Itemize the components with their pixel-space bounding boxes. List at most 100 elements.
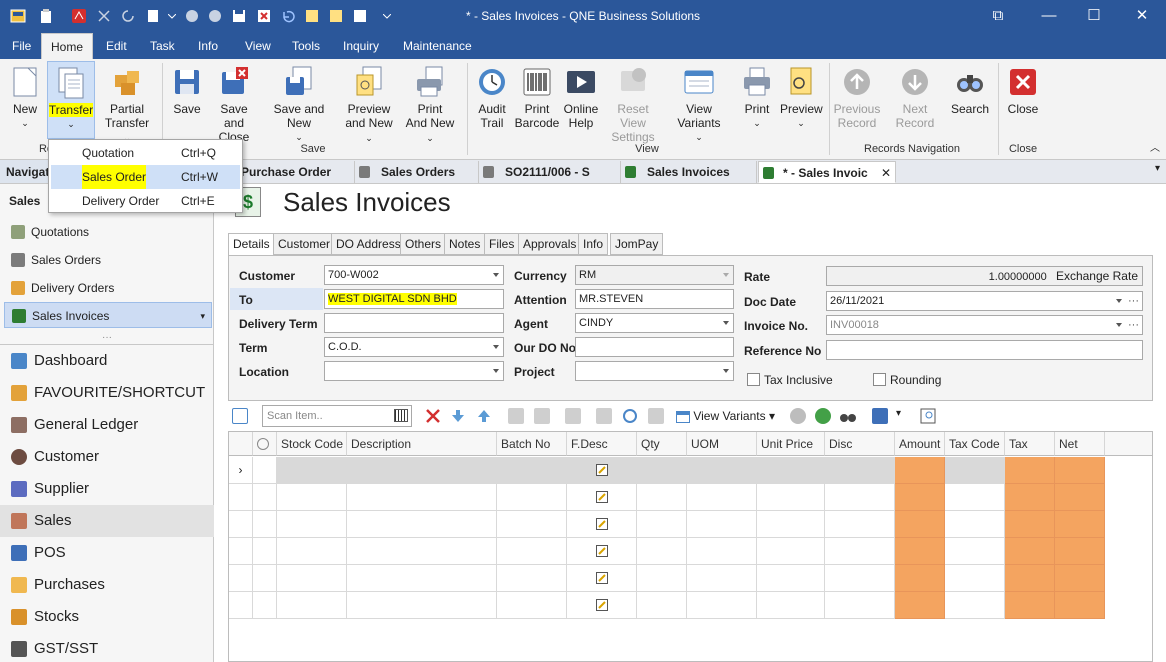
nav-item-sales-orders[interactable]: Sales Orders [4, 247, 212, 273]
grid-cell[interactable] [945, 538, 1005, 565]
print-button[interactable]: Print ⌄ [738, 61, 776, 130]
grid-cell[interactable] [1005, 457, 1055, 484]
column-net[interactable]: Net [1055, 432, 1105, 456]
grid-cell[interactable] [1005, 511, 1055, 538]
view-variants-button[interactable]: View Variants ⌄ [665, 61, 733, 144]
column-uom[interactable]: UOM [687, 432, 757, 456]
grid-cell[interactable] [1055, 565, 1105, 592]
save-layout-icon[interactable] [872, 408, 888, 424]
grid-cell[interactable] [497, 565, 567, 592]
export-icon[interactable] [648, 408, 664, 424]
column-tax-code[interactable]: Tax Code [945, 432, 1005, 456]
grid-cell[interactable] [637, 592, 687, 619]
move-up-icon[interactable] [476, 408, 492, 424]
copy-icon[interactable] [508, 408, 524, 424]
grid-cell[interactable] [687, 457, 757, 484]
attention-field[interactable]: MR.STEVEN [575, 289, 734, 309]
grid-cell[interactable] [825, 511, 895, 538]
grid-cell[interactable] [1005, 538, 1055, 565]
tab-approvals[interactable]: Approvals [518, 233, 582, 255]
view-variants-dropdown[interactable]: View Variants ▾ [676, 406, 775, 426]
column-unit-price[interactable]: Unit Price [757, 432, 825, 456]
scan-item-input[interactable]: Scan Item.. [262, 405, 412, 427]
edit-description-icon[interactable] [596, 599, 608, 614]
grid-cell[interactable] [825, 457, 895, 484]
currency-field[interactable]: RM [575, 265, 734, 285]
grid-cell[interactable] [1055, 457, 1105, 484]
barcode-icon[interactable] [394, 409, 408, 422]
menu-file[interactable]: File [6, 33, 37, 59]
grid-cell[interactable] [637, 511, 687, 538]
tab-do-address[interactable]: DO Address [331, 233, 406, 255]
grid-cell[interactable] [1005, 484, 1055, 511]
grid-cell[interactable] [347, 511, 497, 538]
grid-cell[interactable] [1005, 592, 1055, 619]
menu-item-sales-order[interactable]: Sales Order Ctrl+W [51, 165, 240, 189]
grid-cell[interactable] [347, 592, 497, 619]
column-qty[interactable]: Qty [637, 432, 687, 456]
grid-cell[interactable] [757, 457, 825, 484]
doc-date-field[interactable]: 26/11/2021 ··· [826, 291, 1143, 311]
menu-home[interactable]: Home [41, 33, 93, 59]
customer-field[interactable]: 700-W002 [324, 265, 504, 285]
select-all-radio[interactable] [257, 438, 269, 450]
preview-button[interactable]: Preview ⌄ [780, 61, 823, 130]
menu-info[interactable]: Info [192, 33, 224, 59]
splitter-handle[interactable]: ··· [0, 332, 214, 344]
edit-description-icon[interactable] [596, 491, 608, 506]
grid-cell[interactable] [687, 484, 757, 511]
tax-inclusive-checkbox[interactable] [747, 373, 760, 386]
grid-cell[interactable] [945, 592, 1005, 619]
search-button[interactable]: Search [950, 61, 990, 116]
to-field[interactable]: WEST DIGITAL SDN BHD [324, 289, 504, 309]
new-button[interactable]: New ⌄ [6, 61, 44, 130]
ellipsis-icon[interactable]: ··· [1128, 292, 1139, 310]
grid-cell[interactable] [757, 484, 825, 511]
menu-tools[interactable]: Tools [286, 33, 326, 59]
column-stock-code[interactable]: Stock Code [277, 432, 347, 456]
grid-cell[interactable] [687, 592, 757, 619]
chevron-down-icon[interactable]: ▾ [896, 408, 901, 419]
close-tab-icon[interactable]: ✕ [881, 162, 891, 184]
tab-jompay[interactable]: JomPay [610, 233, 664, 255]
grid-cell[interactable] [1055, 592, 1105, 619]
import-icon[interactable] [596, 408, 612, 424]
print-barcode-button[interactable]: Print Barcode [514, 61, 560, 130]
nav-item-sales-invoices[interactable]: Sales Invoices ▾ [4, 302, 212, 328]
module-customer[interactable]: Customer [0, 441, 214, 473]
grid-cell[interactable] [347, 565, 497, 592]
project-field[interactable] [575, 361, 734, 381]
grid-cell[interactable] [687, 565, 757, 592]
grid-cell[interactable] [895, 511, 945, 538]
column-description[interactable]: Description [347, 432, 497, 456]
grid-cell[interactable] [497, 511, 567, 538]
tab-sales-invoices[interactable]: Sales Invoices [621, 161, 757, 183]
grid-cell[interactable] [895, 592, 945, 619]
close-button[interactable]: Close [1004, 61, 1042, 116]
tab-notes[interactable]: Notes [444, 233, 486, 255]
grid-cell[interactable] [277, 565, 347, 592]
module-gst-sst[interactable]: GST/SST [0, 633, 214, 662]
ellipsis-icon[interactable]: ··· [1128, 316, 1139, 334]
grid-cell[interactable] [945, 565, 1005, 592]
grid-cell[interactable] [347, 538, 497, 565]
grid-cell[interactable] [945, 457, 1005, 484]
column-batch-no[interactable]: Batch No [497, 432, 567, 456]
grid-cell[interactable] [347, 457, 497, 484]
module-general-ledger[interactable]: General Ledger [0, 409, 214, 441]
next-record-button[interactable]: Next Record [883, 61, 947, 130]
new-row-icon[interactable] [232, 408, 248, 424]
tab-details[interactable]: Details [228, 233, 275, 256]
grid-cell[interactable] [277, 511, 347, 538]
zoom-icon[interactable] [920, 408, 936, 424]
menu-view[interactable]: View [239, 33, 277, 59]
save-and-new-button[interactable]: Save and New ⌄ [262, 61, 336, 144]
grid-cell[interactable] [637, 484, 687, 511]
info-icon[interactable] [790, 408, 806, 424]
chevron-down-icon[interactable]: ▾ [200, 303, 205, 329]
preview-and-new-button[interactable]: Preview and New ⌄ [340, 61, 398, 145]
grid-cell[interactable] [277, 457, 347, 484]
download-icon[interactable] [815, 408, 831, 424]
grid-cell[interactable] [567, 565, 637, 592]
column-tax[interactable]: Tax [1005, 432, 1055, 456]
